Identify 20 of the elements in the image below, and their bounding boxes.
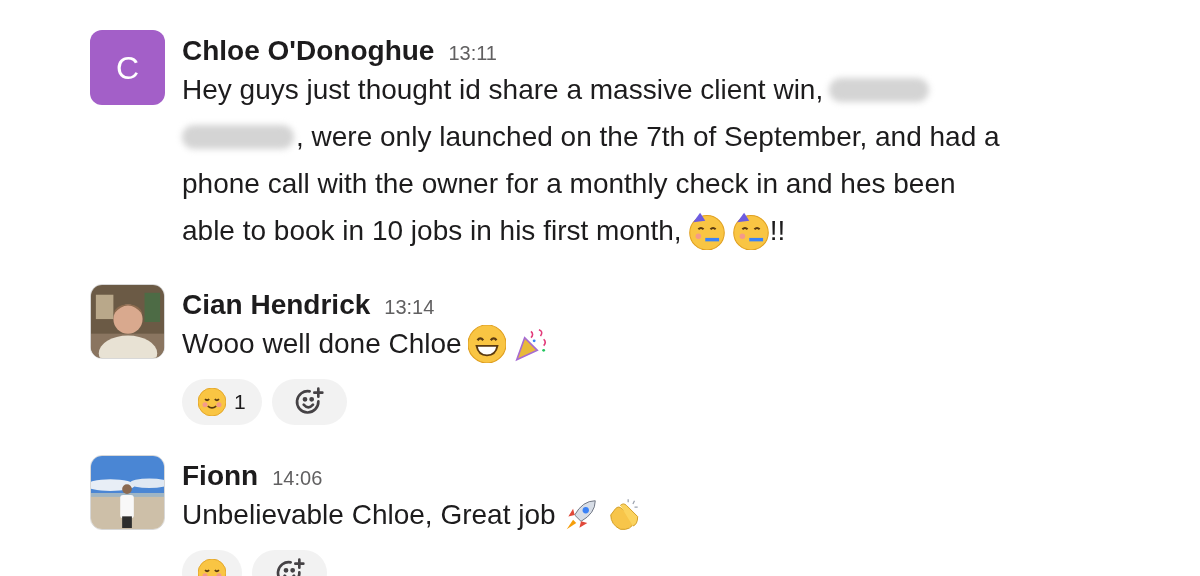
message-time[interactable]: 14:06 [272, 463, 323, 493]
reaction-pill[interactable]: 1 [182, 379, 262, 425]
author-name[interactable]: Fionn [182, 455, 259, 497]
message-text: phone call with the owner for a monthly check in and hes been [182, 166, 956, 201]
message-text: !! [769, 213, 786, 248]
author-name[interactable]: Cian Hendrick [182, 284, 371, 326]
message-text: Hey guys just thought id share a massive client win, [182, 72, 824, 107]
message-time[interactable]: 13:11 [448, 38, 497, 68]
party-face-icon [731, 211, 770, 250]
message-text: , were only launched on the 7th of September, and had a [296, 119, 1000, 154]
author-name[interactable]: Chloe O'Donoghue [182, 30, 435, 72]
party-face-icon [687, 211, 726, 250]
message-text: Unbelievable Chloe, Great job [182, 497, 556, 532]
grinning-face-icon [467, 324, 506, 363]
smiling-face-icon [198, 388, 226, 416]
message-text: able to book in 10 jobs in his first month, [182, 213, 682, 248]
add-reaction-button[interactable] [271, 379, 347, 425]
message-text: Wooo well done Chloe [182, 326, 462, 361]
user-avatar[interactable]: C [90, 30, 165, 105]
message-time[interactable]: 13:14 [384, 292, 435, 322]
